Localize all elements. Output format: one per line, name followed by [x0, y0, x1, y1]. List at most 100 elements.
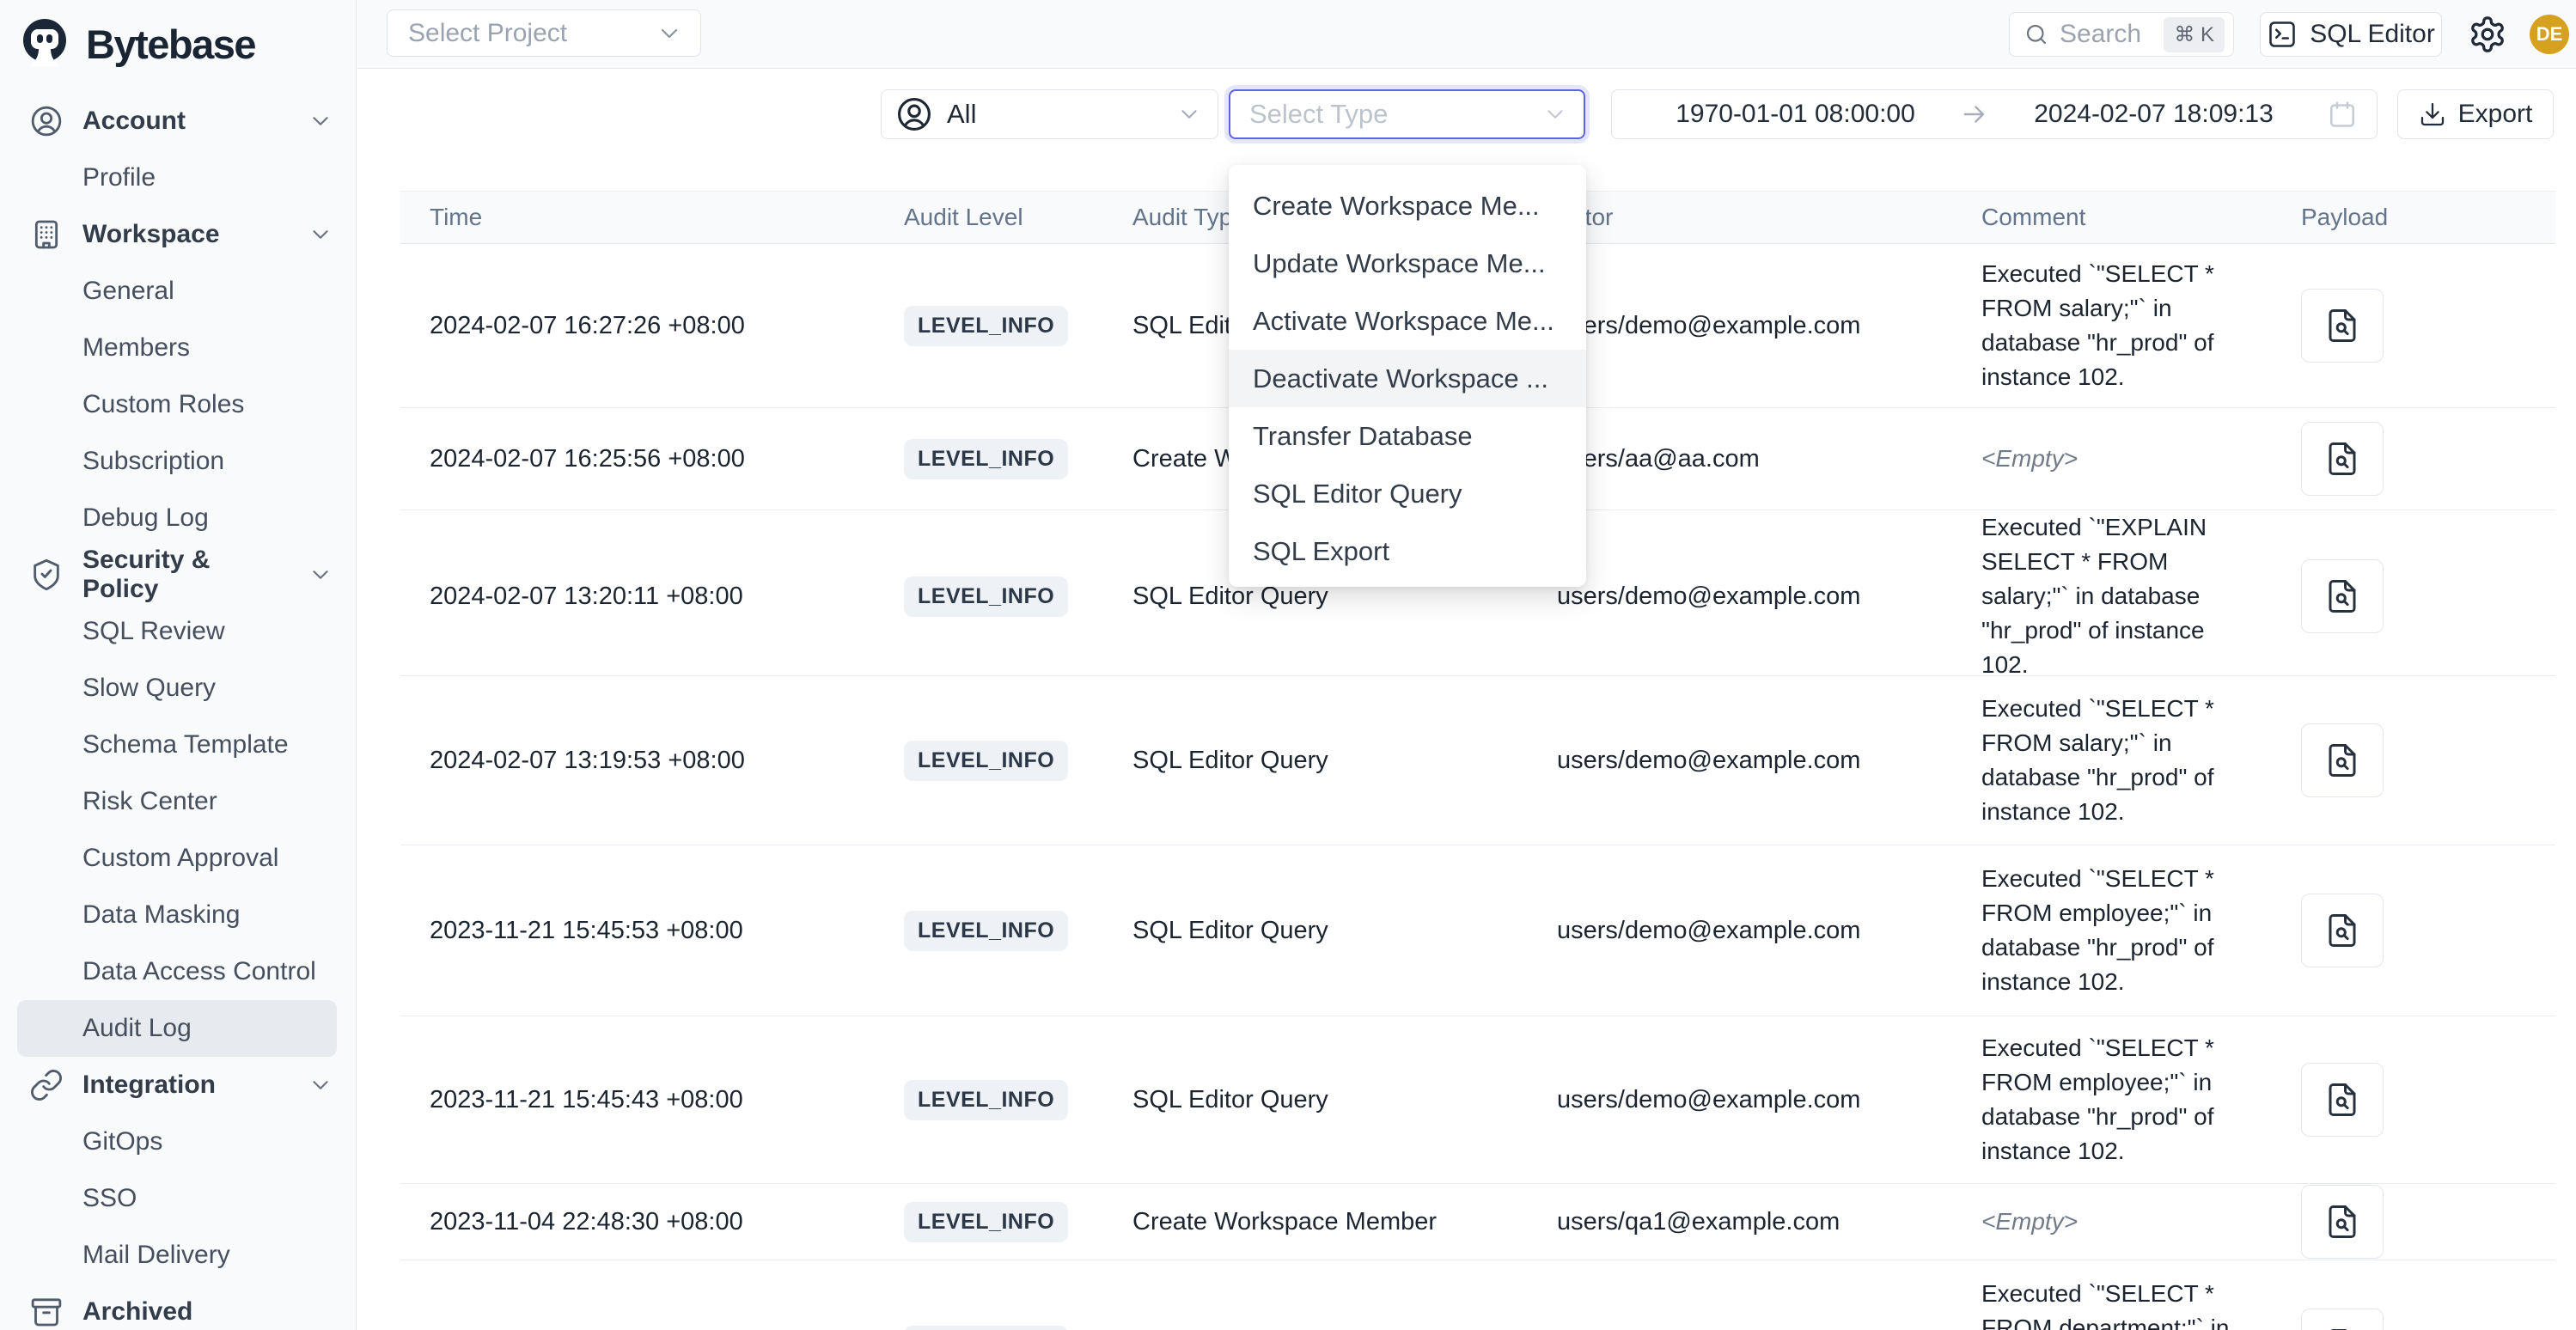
audit-level-badge: LEVEL_INFO	[904, 439, 1068, 479]
sidebar-item-risk-center[interactable]: Risk Center	[0, 773, 356, 830]
sidebar-item-label: General	[82, 277, 174, 306]
cell-actor: users/demo@example.com	[1528, 917, 1952, 945]
column-header-time: Time	[400, 204, 875, 231]
payload-view-button[interactable]	[2301, 894, 2384, 967]
cell-actor: users/qa1@example.com	[1528, 1208, 1952, 1236]
cell-comment: <Empty>	[1952, 442, 2272, 476]
audit-level-badge: LEVEL_INFO	[904, 911, 1068, 951]
user-avatar[interactable]: DE	[2530, 15, 2569, 54]
bytebase-logo-icon	[17, 16, 72, 71]
cell-payload	[2272, 1309, 2555, 1330]
table-row: 2023-11-04 21:26:34 +08:00LEVEL_INFOSQL …	[400, 1260, 2555, 1330]
cell-audit-level: LEVEL_INFO	[875, 439, 1103, 479]
audit-level-badge: LEVEL_INFO	[904, 1202, 1068, 1242]
sidebar-section-label: Integration	[82, 1071, 216, 1100]
payload-view-button[interactable]	[2301, 559, 2384, 633]
cell-payload	[2272, 894, 2555, 967]
cell-comment: <Empty>	[1952, 1205, 2272, 1239]
sidebar-item-sql-review[interactable]: SQL Review	[0, 603, 356, 660]
sidebar-section-label: Account	[82, 107, 186, 136]
type-option-update-workspace-me[interactable]: Update Workspace Me...	[1229, 235, 1586, 292]
sidebar-item-label: Members	[82, 333, 190, 363]
sidebar-item-data-access-control[interactable]: Data Access Control	[0, 943, 356, 1000]
sidebar-section-account[interactable]: Account	[0, 93, 356, 149]
type-filter-select[interactable]: Select Type	[1229, 89, 1585, 139]
cell-time: 2024-02-07 16:25:56 +08:00	[400, 445, 875, 473]
sql-editor-button[interactable]: SQL Editor	[2260, 12, 2442, 57]
sidebar-item-gitops[interactable]: GitOps	[0, 1113, 356, 1170]
chevron-down-icon	[1542, 101, 1568, 127]
cell-audit-type: SQL Editor Query	[1103, 1086, 1528, 1114]
cell-audit-type: SQL Editor Query	[1103, 747, 1528, 775]
sidebar-item-label: Profile	[82, 163, 156, 192]
column-header-comment: Comment	[1952, 204, 2272, 231]
actor-filter-value: All	[947, 99, 976, 130]
settings-gear-icon[interactable]	[2468, 15, 2507, 54]
sidebar-section-label: Security & Policy	[82, 546, 289, 604]
file-search-icon	[2324, 578, 2360, 614]
sidebar-item-subscription[interactable]: Subscription	[0, 433, 356, 490]
sidebar-item-label: Data Access Control	[82, 957, 316, 986]
cell-comment: Executed `"SELECT * FROM salary;"` in da…	[1952, 257, 2272, 394]
type-option-deactivate-workspace[interactable]: Deactivate Workspace ...	[1229, 350, 1586, 407]
export-button[interactable]: Export	[2397, 89, 2554, 139]
sidebar-item-custom-approval[interactable]: Custom Approval	[0, 830, 356, 887]
cell-time: 2023-11-21 15:45:53 +08:00	[400, 917, 875, 945]
bytebase-logo[interactable]: Bytebase	[0, 0, 356, 74]
audit-level-badge: LEVEL_INFO	[904, 1326, 1068, 1330]
sidebar-section-archived[interactable]: Archived	[0, 1284, 356, 1330]
project-select[interactable]: Select Project	[387, 9, 701, 57]
payload-view-button[interactable]	[2301, 1309, 2384, 1330]
sidebar-item-data-masking[interactable]: Data Masking	[0, 887, 356, 943]
cell-payload	[2272, 559, 2555, 633]
link-icon	[29, 1068, 64, 1102]
sidebar-item-custom-roles[interactable]: Custom Roles	[0, 376, 356, 433]
sidebar: Bytebase Account Profile Workspace General M…	[0, 0, 357, 1330]
sidebar-item-mail-delivery[interactable]: Mail Delivery	[0, 1227, 356, 1284]
sidebar-item-label: Audit Log	[82, 1014, 192, 1043]
payload-view-button[interactable]	[2301, 1063, 2384, 1137]
chevron-down-icon	[656, 20, 683, 47]
sidebar-item-sso[interactable]: SSO	[0, 1170, 356, 1227]
search-input[interactable]: Search ⌘ K	[2009, 12, 2234, 57]
project-select-label: Select Project	[408, 19, 567, 48]
sidebar-section-integration[interactable]: Integration	[0, 1057, 356, 1113]
cell-payload	[2272, 1185, 2555, 1259]
sidebar-item-debug-log[interactable]: Debug Log	[0, 490, 356, 546]
cell-time: 2024-02-07 13:20:11 +08:00	[400, 583, 875, 611]
sidebar-section-security-policy[interactable]: Security & Policy	[0, 546, 356, 603]
date-from-value[interactable]: 1970-01-01 08:00:00	[1631, 100, 1960, 129]
sidebar-item-audit-log[interactable]: Audit Log	[17, 1000, 337, 1057]
top-bar-actions: Search ⌘ K SQL Editor DE	[2009, 0, 2569, 69]
payload-view-button[interactable]	[2301, 422, 2384, 496]
type-option-sql-editor-query[interactable]: SQL Editor Query	[1229, 465, 1586, 522]
sidebar-section-workspace[interactable]: Workspace	[0, 206, 356, 263]
sidebar-item-label: SSO	[82, 1184, 137, 1213]
sidebar-item-slow-query[interactable]: Slow Query	[0, 660, 356, 717]
user-circle-icon	[29, 104, 64, 138]
sidebar-item-profile[interactable]: Profile	[0, 149, 356, 206]
search-placeholder: Search	[2060, 20, 2141, 49]
payload-view-button[interactable]	[2301, 723, 2384, 797]
cell-audit-level: LEVEL_INFO	[875, 1326, 1103, 1330]
file-search-icon	[2324, 1204, 2360, 1240]
sidebar-item-members[interactable]: Members	[0, 320, 356, 376]
date-range-picker[interactable]: 1970-01-01 08:00:00 2024-02-07 18:09:13	[1611, 89, 2378, 139]
sidebar-nav: Account Profile Workspace General Members Cus…	[0, 93, 356, 1330]
search-shortcut-badge: ⌘ K	[2164, 17, 2225, 52]
cell-audit-level: LEVEL_INFO	[875, 1202, 1103, 1242]
type-option-transfer-database[interactable]: Transfer Database	[1229, 407, 1586, 465]
payload-view-button[interactable]	[2301, 289, 2384, 363]
terminal-icon	[2267, 19, 2298, 50]
type-option-sql-export[interactable]: SQL Export	[1229, 522, 1586, 580]
sidebar-item-schema-template[interactable]: Schema Template	[0, 717, 356, 773]
payload-view-button[interactable]	[2301, 1185, 2384, 1259]
type-option-activate-workspace-me[interactable]: Activate Workspace Me...	[1229, 292, 1586, 350]
actor-filter-select[interactable]: All	[881, 89, 1218, 139]
date-to-value[interactable]: 2024-02-07 18:09:13	[1989, 100, 2318, 129]
sidebar-item-label: Custom Roles	[82, 390, 244, 419]
sidebar-item-general[interactable]: General	[0, 263, 356, 320]
cell-time: 2024-02-07 13:19:53 +08:00	[400, 747, 875, 775]
cell-audit-level: LEVEL_INFO	[875, 577, 1103, 617]
type-option-create-workspace-me[interactable]: Create Workspace Me...	[1229, 177, 1586, 235]
